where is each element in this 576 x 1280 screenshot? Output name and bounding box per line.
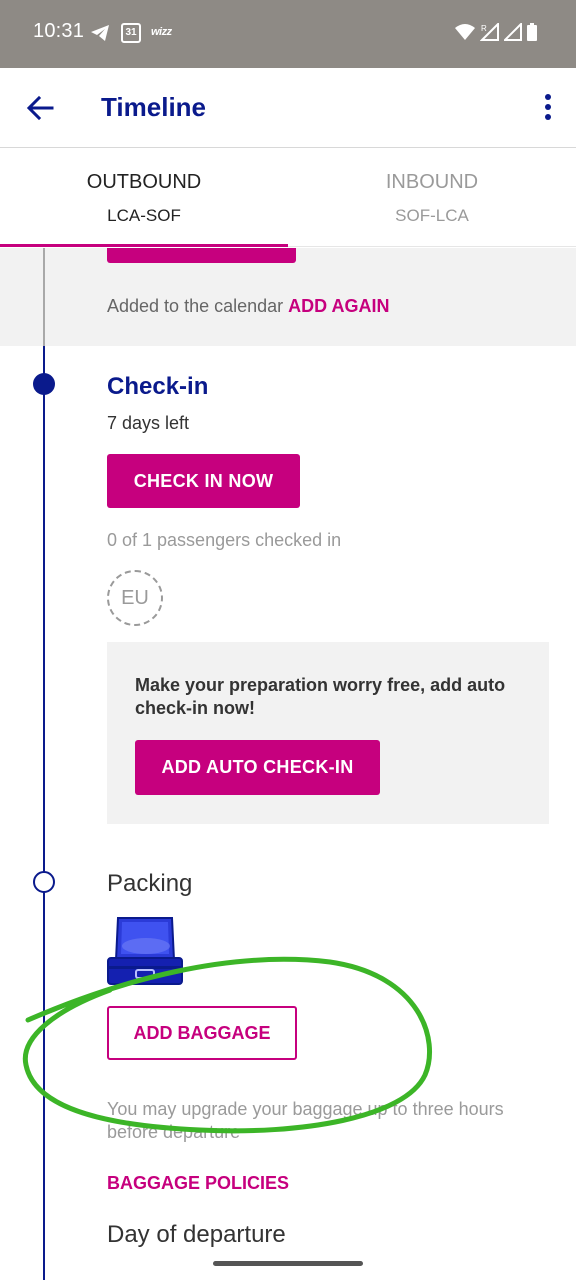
signal-roaming-icon: R — [480, 23, 499, 41]
add-auto-checkin-button[interactable]: ADD AUTO CHECK-IN — [135, 740, 380, 795]
wifi-icon — [455, 24, 475, 40]
timeline-dot-checkin — [33, 373, 55, 395]
app-bar: Timeline — [0, 68, 576, 148]
timeline-content[interactable]: Added to the calendar ADD AGAIN Check-in… — [0, 248, 576, 1280]
timeline-line-past — [43, 248, 45, 346]
baggage-policies-link[interactable]: BAGGAGE POLICIES — [107, 1173, 289, 1194]
tab-outbound-route: LCA-SOF — [107, 206, 181, 225]
wizz-icon: wizz — [151, 26, 172, 38]
baggage-upgrade-note: You may upgrade your baggage up to three… — [107, 1099, 504, 1142]
calendar-icon: 31 — [121, 23, 141, 43]
more-options-icon[interactable] — [538, 92, 558, 122]
check-in-now-button[interactable]: CHECK IN NOW — [107, 454, 300, 508]
calendar-status-text: Added to the calendar — [107, 296, 284, 316]
auto-checkin-card: Make your preparation worry free, add au… — [107, 642, 549, 824]
timeline-dot-packing — [33, 871, 55, 893]
tab-inbound[interactable]: INBOUND SOF-LCA — [288, 149, 576, 247]
timeline-line — [43, 346, 45, 1280]
signal-icon — [504, 23, 522, 41]
suitcase-icon — [107, 917, 183, 985]
tab-inbound-label: INBOUND — [385, 171, 479, 193]
add-baggage-button[interactable]: ADD BAGGAGE — [107, 1006, 297, 1060]
calendar-status: Added to the calendar ADD AGAIN — [107, 296, 390, 317]
packing-title: Packing — [107, 870, 193, 897]
tab-outbound-label: OUTBOUND — [86, 171, 202, 193]
departure-title: Day of departure — [107, 1221, 286, 1248]
active-tab-indicator — [0, 244, 288, 247]
svg-text:R: R — [481, 24, 487, 33]
passengers-checked-in: 0 of 1 passengers checked in — [107, 530, 342, 550]
tab-outbound[interactable]: OUTBOUND LCA-SOF — [0, 149, 288, 247]
back-arrow-icon[interactable] — [22, 90, 58, 126]
checkin-title: Check-in — [107, 373, 209, 400]
status-bar: 10:31 31 wizz R — [0, 0, 576, 68]
calendar-section: Added to the calendar ADD AGAIN — [0, 248, 576, 346]
telegram-icon — [91, 25, 109, 41]
checkin-days-left: 7 days left — [107, 413, 190, 433]
battery-icon — [527, 23, 537, 41]
auto-checkin-text: Make your preparation worry free, add au… — [135, 675, 506, 718]
add-again-link[interactable]: ADD AGAIN — [288, 296, 389, 316]
tab-inbound-route: SOF-LCA — [395, 206, 469, 225]
status-time: 10:31 — [33, 20, 85, 42]
eu-badge: EU — [107, 570, 163, 626]
tab-bar: OUTBOUND LCA-SOF INBOUND SOF-LCA — [0, 149, 576, 247]
status-icons: R — [454, 23, 538, 41]
home-indicator — [213, 1261, 363, 1266]
page-title: Timeline — [101, 92, 207, 122]
add-to-calendar-button[interactable] — [107, 248, 296, 263]
